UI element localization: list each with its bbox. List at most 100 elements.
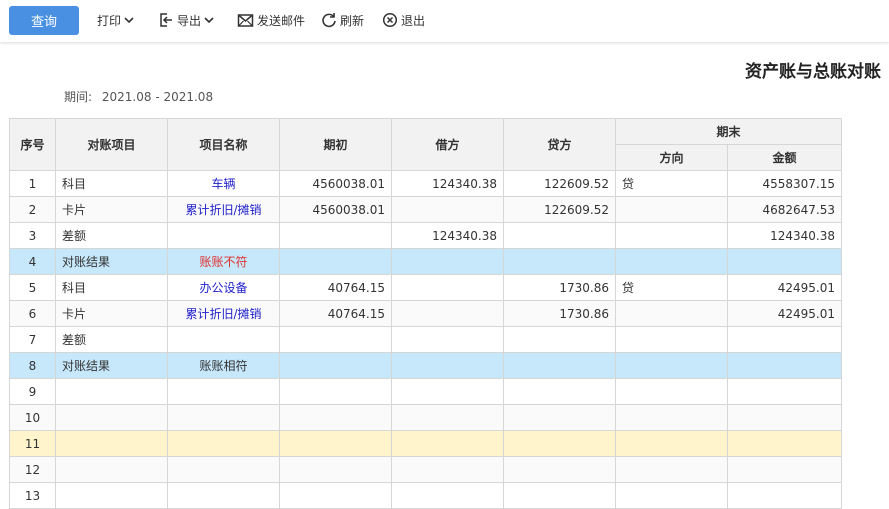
report-title: 资产账与总账对账 [745,62,881,82]
table-row[interactable]: 12 [9,456,843,483]
cell-amount: 42495.01 [726,274,843,301]
table-row[interactable]: 10 [9,404,843,431]
table-row[interactable]: 2 卡片 累计折旧/摊销 4560038.01 122609.52 468264… [9,196,843,223]
cell-item: 卡片 [55,196,168,223]
query-button[interactable]: 查询 [9,6,79,35]
print-menu[interactable]: 打印 [97,10,134,30]
cell-opening [279,430,392,457]
cell-credit [503,326,616,353]
cell-opening: 4560038.01 [279,170,392,197]
cell-credit: 1730.86 [503,274,616,301]
cell-credit: 122609.52 [503,170,616,197]
cell-amount: 4682647.53 [726,196,843,223]
cell-opening [279,248,392,275]
header-opening: 期初 [279,118,392,171]
cell-debit [391,274,504,301]
table-row-result[interactable]: 4 对账结果 账账不符 [9,248,843,275]
cell-amount [726,248,843,275]
cell-seq: 12 [9,456,56,483]
cell-opening [279,404,392,431]
period-value: 2021.08 - 2021.08 [101,90,214,104]
header-credit: 贷方 [503,118,616,171]
cell-seq: 6 [9,300,56,327]
cell-name [167,404,280,431]
cell-name-link[interactable]: 车辆 [167,170,280,197]
refresh-icon [321,12,337,28]
cell-credit: 1730.86 [503,300,616,327]
refresh-label: 刷新 [340,13,365,28]
cell-credit [503,456,616,483]
cell-debit [391,196,504,223]
cell-direction: 贷 [615,170,728,197]
send-mail-button[interactable]: 发送邮件 [237,10,305,30]
cell-opening: 40764.15 [279,274,392,301]
header-seq: 序号 [9,118,56,171]
cell-opening [279,378,392,405]
cell-debit [391,326,504,353]
cell-credit [503,430,616,457]
toolbar: 查询 打印 导出 发送邮件 刷新 退出 [0,0,889,42]
cell-item [55,430,168,457]
cell-direction [615,378,728,405]
cell-opening [279,326,392,353]
exit-button[interactable]: 退出 [382,10,425,30]
cell-direction [615,352,728,379]
period-label: 期间: [64,90,93,104]
chevron-down-icon [204,16,214,24]
cell-credit [503,248,616,275]
table-row[interactable]: 9 [9,378,843,405]
export-label: 导出 [177,13,202,28]
cell-item [55,378,168,405]
cell-direction [615,456,728,483]
cell-credit [503,404,616,431]
cell-name [167,378,280,405]
send-mail-label: 发送邮件 [257,13,306,28]
cell-debit [391,404,504,431]
cell-opening [279,222,392,249]
export-menu[interactable]: 导出 [158,10,214,30]
cell-credit [503,222,616,249]
cell-seq: 10 [9,404,56,431]
cell-direction [615,248,728,275]
cell-item: 科目 [55,170,168,197]
table-row[interactable]: 3 差额 124340.38 124340.38 [9,222,843,249]
cell-amount: 4558307.15 [726,170,843,197]
cell-seq: 3 [9,222,56,249]
cell-debit: 124340.38 [391,170,504,197]
cell-amount [726,326,843,353]
cell-name [167,456,280,483]
header-debit: 借方 [391,118,504,171]
refresh-button[interactable]: 刷新 [321,10,364,30]
cell-opening [279,352,392,379]
cell-name [167,326,280,353]
cell-seq: 2 [9,196,56,223]
cell-result-status: 账账不符 [167,248,280,275]
cell-seq: 9 [9,378,56,405]
cell-debit [391,352,504,379]
cell-debit [391,300,504,327]
chevron-down-icon [124,16,134,24]
cell-name-link[interactable]: 办公设备 [167,274,280,301]
cell-result-status: 账账相符 [167,352,280,379]
table-row-selected[interactable]: 11 [9,430,843,457]
cell-direction [615,300,728,327]
period-info: 期间: 2021.08 - 2021.08 [64,88,213,105]
table-row-result[interactable]: 8 对账结果 账账相符 [9,352,843,379]
cell-name-link[interactable]: 累计折旧/摊销 [167,196,280,223]
cell-item [55,456,168,483]
header-ending: 期末 [614,118,843,145]
export-icon [158,12,174,28]
table-row[interactable]: 1 科目 车辆 4560038.01 124340.38 122609.52 贷… [9,170,843,197]
cell-seq: 8 [9,352,56,379]
cell-debit [391,248,504,275]
cell-seq: 5 [9,274,56,301]
cell-name [167,222,280,249]
cell-name-link[interactable]: 累计折旧/摊销 [167,300,280,327]
cell-item: 对账结果 [55,248,168,275]
header-direction: 方向 [615,144,728,171]
cell-direction [615,430,728,457]
cell-name [167,430,280,457]
table-row[interactable]: 5 科目 办公设备 40764.15 1730.86 贷 42495.01 [9,274,843,301]
table-row[interactable]: 6 卡片 累计折旧/摊销 40764.15 1730.86 42495.01 [9,300,843,327]
table-row[interactable]: 7 差额 [9,326,843,353]
